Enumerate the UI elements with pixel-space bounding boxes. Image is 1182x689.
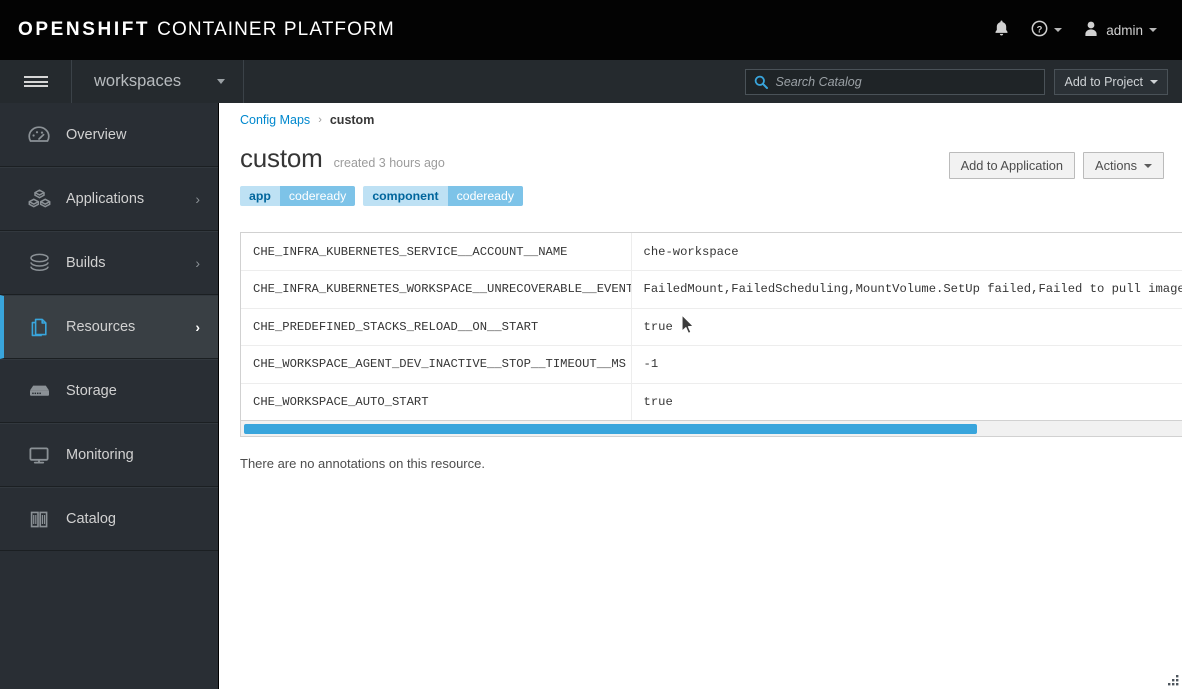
add-to-application-label: Add to Application [960,158,1064,173]
masthead-right-group: ? admin [983,0,1182,60]
table-row: CHE_INFRA_KUBERNETES_SERVICE__ACCOUNT__N… [241,233,1182,271]
label-badge[interactable]: component codeready [363,186,524,206]
add-to-project-button[interactable]: Add to Project [1054,68,1168,95]
secondary-navbar: workspaces Add to Project [0,60,1182,103]
sidebar-item-applications[interactable]: Applications › [0,167,218,231]
username-label: admin [1106,22,1143,38]
masthead: OPENSHIFT CONTAINER PLATFORM ? admin [0,0,1182,60]
search-catalog-box[interactable] [745,68,1046,95]
chevron-down-icon [1149,28,1157,32]
table-cell-key: CHE_INFRA_KUBERNETES_WORKSPACE__UNRECOVE… [241,270,632,309]
search-icon [754,75,769,89]
table-row: CHE_PREDEFINED_STACKS_RELOAD__ON__START … [241,308,1182,346]
project-selector[interactable]: workspaces [72,60,244,103]
book-icon [26,507,52,531]
label-value[interactable]: codeready [447,186,524,206]
scrollbar-thumb[interactable] [244,423,977,434]
sidebar-item-label: Overview [66,126,127,143]
monitor-icon [26,443,52,467]
main-content: Config Maps › custom custom created 3 ho… [219,103,1182,689]
breadcrumb-parent-link[interactable]: Config Maps [240,113,310,127]
chevron-down-icon [1144,163,1152,168]
chevron-down-icon [217,79,225,84]
help-menu-button[interactable]: ? [1020,0,1073,60]
labels-row: app codeready component codeready [240,186,1182,206]
sidebar-item-builds[interactable]: Builds › [0,231,218,295]
label-badge[interactable]: app codeready [240,186,356,206]
table-cell-key: CHE_WORKSPACE_AUTO_START [241,383,632,421]
label-key[interactable]: app [240,186,280,206]
sidebar-item-resources[interactable]: Resources › [0,295,218,359]
hamburger-menu-button[interactable] [0,60,72,103]
sidebar-item-label: Storage [66,383,117,399]
window-resize-grip[interactable] [1166,673,1180,687]
documents-icon [26,315,52,339]
sidebar-item-label: Applications [66,191,145,207]
label-key[interactable]: component [363,186,448,206]
sidebar-item-overview[interactable]: Overview [0,103,218,167]
brand-light-text: CONTAINER PLATFORM [157,19,395,40]
chevron-down-icon [1150,79,1158,84]
sidebar-item-storage[interactable]: Storage [0,359,218,423]
breadcrumb-current: custom [329,113,375,127]
sidebar-item-catalog[interactable]: Catalog [0,487,218,551]
table-cell-key: CHE_WORKSPACE_AGENT_DEV_INACTIVE__STOP__… [241,345,632,384]
table-cell-value: che-workspace [631,233,1182,271]
sidebar-item-monitoring[interactable]: Monitoring [0,423,218,487]
config-map-data-table: CHE_INFRA_KUBERNETES_SERVICE__ACCOUNT__N… [241,233,1182,421]
table-cell-key: CHE_PREDEFINED_STACKS_RELOAD__ON__START [241,308,632,346]
annotations-empty-message: There are no annotations on this resourc… [240,456,485,471]
table-cell-key: CHE_INFRA_KUBERNETES_SERVICE__ACCOUNT__N… [241,233,632,271]
user-menu-button[interactable]: admin [1073,0,1168,60]
brand-bold-text: OPENSHIFT [18,19,151,40]
table-cell-value: -1 [631,345,1182,384]
dashboard-icon [26,123,52,147]
bell-icon [994,20,1009,40]
chevron-right-icon: › [195,319,200,335]
config-map-data-table-wrapper: CHE_INFRA_KUBERNETES_SERVICE__ACCOUNT__N… [240,232,1182,421]
help-circle-icon: ? [1031,20,1048,40]
table-cell-value: true [631,308,1182,346]
add-to-application-button[interactable]: Add to Application [948,152,1076,179]
sidebar-item-label: Builds [66,255,106,271]
created-timestamp: created 3 hours ago [333,156,445,170]
notifications-button[interactable] [983,0,1020,60]
sidebar-item-label: Resources [66,319,136,335]
table-row: CHE_WORKSPACE_AUTO_START true [241,383,1182,421]
page-title: custom [240,143,323,173]
sidebar-nav: Overview Applications › Builds › Resourc… [0,103,219,689]
sidebar-item-label: Monitoring [66,447,134,463]
table-cell-value: true [631,383,1182,421]
add-to-project-label: Add to Project [1064,74,1143,89]
breadcrumb: Config Maps › custom [240,113,1182,127]
sidebar-item-label: Catalog [66,511,116,527]
search-input[interactable] [775,74,1045,89]
svg-text:?: ? [1037,24,1043,35]
database-icon [26,379,52,403]
user-icon [1084,21,1098,40]
brand-logo[interactable]: OPENSHIFT CONTAINER PLATFORM [18,19,395,41]
cubes-icon [26,187,52,211]
action-buttons-group: Add to Application Actions [948,152,1164,179]
actions-button[interactable]: Actions [1083,152,1164,179]
actions-label: Actions [1095,158,1137,173]
table-cell-value: FailedMount,FailedScheduling,MountVolume… [631,270,1182,309]
horizontal-scrollbar[interactable] [240,421,1182,437]
project-name-label: workspaces [94,72,182,90]
chevron-right-icon: › [195,255,200,271]
breadcrumb-separator-icon: › [318,114,322,126]
hamburger-icon [23,74,48,90]
chevron-right-icon: › [195,191,200,207]
search-group: Add to Project [745,68,1182,95]
layers-icon [26,251,52,275]
chevron-down-icon [1054,28,1063,32]
table-row: CHE_INFRA_KUBERNETES_WORKSPACE__UNRECOVE… [241,270,1182,309]
table-row: CHE_WORKSPACE_AGENT_DEV_INACTIVE__STOP__… [241,345,1182,384]
label-value[interactable]: codeready [279,186,356,206]
